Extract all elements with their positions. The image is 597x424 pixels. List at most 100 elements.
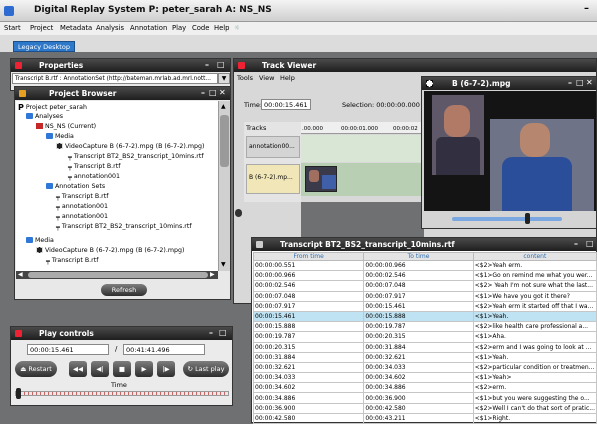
menu-help[interactable]: Help bbox=[214, 24, 230, 32]
cell-to-time[interactable]: 00:00:19.787 bbox=[363, 321, 474, 333]
cell-from-time[interactable]: 00:00:34.033 bbox=[252, 372, 365, 384]
tv-menu-help[interactable]: Help bbox=[280, 74, 295, 82]
table-row[interactable]: 00:00:19.787 00:00:20.315 <$1>Aha. bbox=[252, 331, 597, 343]
tree-node-annotation-sets[interactable]: Annotation Sets bbox=[46, 183, 105, 190]
play-button[interactable]: ▶ bbox=[135, 361, 153, 377]
table-row[interactable]: 00:00:31.884 00:00:32.621 <$1>Yeah. bbox=[252, 351, 597, 363]
track-video[interactable]: B (6-7-2).mp... bbox=[246, 164, 300, 194]
table-row[interactable]: 00:00:15.888 00:00:19.787 <$2>like health … bbox=[252, 321, 597, 333]
cell-to-time[interactable]: 00:00:36.900 bbox=[363, 392, 474, 404]
maximize-icon[interactable]: □ bbox=[219, 328, 227, 337]
annotation-set-selector[interactable]: Transcript B.rtf : AnnotationSet (http:/… bbox=[12, 73, 218, 84]
rewind-button[interactable]: ◀◀ bbox=[69, 361, 87, 377]
cell-content[interactable]: <$1>Yeah> bbox=[472, 372, 597, 384]
scroll-up-icon[interactable]: ▲ bbox=[221, 103, 226, 110]
table-row[interactable]: 00:00:34.886 00:00:36.900 <$1>but you were… bbox=[252, 392, 597, 404]
cell-from-time[interactable]: 00:00:34.602 bbox=[252, 382, 365, 394]
play-controls-titlebar[interactable]: Play controls – □ bbox=[11, 327, 232, 340]
table-row[interactable]: 00:00:36.900 00:00:42.580 <$2>Well I can't… bbox=[252, 402, 597, 414]
cell-content[interactable]: <$1>Yeah. bbox=[472, 310, 597, 323]
cell-from-time[interactable]: 00:00:15.888 bbox=[252, 321, 365, 333]
time-slider-track[interactable] bbox=[15, 391, 229, 396]
cell-to-time[interactable]: 00:00:34.886 bbox=[363, 382, 474, 394]
project-browser-titlebar[interactable]: Project Browser – □ ✕ bbox=[15, 87, 230, 100]
cell-to-time[interactable]: 00:00:20.315 bbox=[363, 331, 474, 343]
cell-from-time[interactable]: 00:00:00.966 bbox=[252, 270, 365, 282]
cell-content[interactable]: <$2>particular condition or treatmen... bbox=[472, 361, 597, 374]
table-row[interactable]: 00:00:34.602 00:00:34.886 <$2>erm. bbox=[252, 382, 597, 394]
scroll-right-icon[interactable]: ▶ bbox=[210, 271, 215, 278]
cell-from-time[interactable]: 00:00:32.621 bbox=[252, 361, 365, 374]
cell-content[interactable]: <$1>Yeah. bbox=[472, 351, 597, 363]
cell-content[interactable]: <$1>Go on remind me what you wer... bbox=[472, 270, 597, 282]
minimize-icon[interactable]: – bbox=[201, 88, 205, 97]
cell-to-time[interactable]: 00:00:43.211 bbox=[363, 412, 474, 424]
cell-from-time[interactable]: 00:00:07.917 bbox=[252, 300, 365, 312]
cell-content[interactable]: <$2>Yeah erm it started off that I wa... bbox=[472, 300, 597, 312]
restart-button[interactable]: ⏏ Restart bbox=[15, 361, 57, 377]
cell-to-time[interactable]: 00:00:34.602 bbox=[363, 372, 474, 384]
cell-to-time[interactable]: 00:00:15.461 bbox=[363, 300, 474, 312]
tree-node-transcript-bt2[interactable]: ╤ Transcript BT2_BS2_transcript_10mins.rt… bbox=[68, 153, 204, 161]
properties-titlebar[interactable]: Properties – □ bbox=[11, 59, 230, 72]
chevron-down-icon[interactable]: ▼ bbox=[218, 73, 230, 84]
time-field[interactable]: 00:00:15.461 bbox=[261, 99, 311, 110]
tree-node-set-annotation001-b[interactable]: ╤ annotation001 bbox=[56, 213, 108, 221]
cell-from-time[interactable]: 00:00:42.580 bbox=[252, 412, 365, 424]
video-progress-handle[interactable] bbox=[524, 213, 530, 224]
cell-content[interactable]: <$2>like health care professional a... bbox=[472, 321, 597, 333]
cell-content[interactable]: <$2>erm. bbox=[472, 382, 597, 394]
transcript-titlebar[interactable]: Transcript BT2_BS2_transcript_10mins.rtf… bbox=[252, 238, 596, 251]
cell-content[interactable]: <$2>erm and I was going to look at ... bbox=[472, 341, 597, 353]
tree-node-ns-ns[interactable]: NS_NS (Current) bbox=[36, 123, 96, 130]
table-row[interactable]: 00:00:15.461 00:00:15.888 <$1>Yeah. bbox=[252, 310, 597, 323]
cell-to-time[interactable]: 00:00:00.966 bbox=[363, 259, 474, 272]
tree-node-set-annotation001[interactable]: ╤ annotation001 bbox=[56, 203, 108, 211]
last-play-button[interactable]: ↻ Last play bbox=[183, 361, 229, 377]
minimize-icon[interactable]: – bbox=[574, 239, 578, 248]
tree-node-annotation001[interactable]: ╤ annotation001 bbox=[68, 173, 120, 181]
cell-to-time[interactable]: 00:00:34.033 bbox=[363, 361, 474, 374]
refresh-button[interactable]: Refresh bbox=[101, 284, 147, 296]
table-row[interactable]: 00:00:34.033 00:00:34.602 <$1>Yeah> bbox=[252, 372, 597, 384]
stop-button[interactable]: ■ bbox=[113, 361, 131, 377]
timeline-ruler[interactable]: .00.000 00:00:01.000 00:00:02 bbox=[301, 122, 424, 134]
cell-to-time[interactable]: 00:00:32.621 bbox=[363, 351, 474, 363]
video-progress-track[interactable] bbox=[452, 217, 562, 221]
tree-hscroll-thumb[interactable] bbox=[28, 272, 208, 278]
table-row[interactable]: 00:00:00.966 00:00:02.546 <$1>Go on remind… bbox=[252, 270, 597, 282]
menu-analysis[interactable]: Analysis bbox=[96, 24, 124, 32]
tree-node-analyses[interactable]: Analyses bbox=[26, 113, 63, 120]
tree-hscrollbar[interactable]: ◀ ▶ bbox=[16, 271, 218, 279]
maximize-icon[interactable]: □ bbox=[586, 239, 594, 248]
tree-node-videocapture[interactable]: VideoCapture B (6-7-2).mpg (B (6-7-2).mp… bbox=[56, 143, 204, 150]
menu-project[interactable]: Project bbox=[30, 24, 53, 32]
time-slider-handle[interactable] bbox=[16, 388, 22, 399]
maximize-icon[interactable]: □ bbox=[217, 60, 225, 69]
cell-to-time[interactable]: 00:00:15.888 bbox=[363, 310, 474, 323]
maximize-icon[interactable]: □ bbox=[576, 78, 584, 87]
cell-from-time[interactable]: 00:00:19.787 bbox=[252, 331, 365, 343]
cell-from-time[interactable]: 00:00:31.884 bbox=[252, 351, 365, 363]
scroll-left-icon[interactable]: ◀ bbox=[18, 271, 23, 278]
tree-node-transcript-b[interactable]: ╤ Transcript B.rtf bbox=[68, 163, 120, 171]
table-row[interactable]: 00:00:00.551 00:00:00.966 <$2>Yeah erm. bbox=[252, 259, 597, 272]
tree-node-media-transcript-b[interactable]: ╤ Transcript B.rtf bbox=[46, 257, 98, 265]
step-forward-button[interactable]: |▶ bbox=[157, 361, 175, 377]
scroll-down-icon[interactable]: ▼ bbox=[221, 261, 226, 268]
menu-code[interactable]: Code bbox=[192, 24, 209, 32]
minimize-icon[interactable]: – bbox=[568, 78, 572, 87]
menu-play[interactable]: Play bbox=[172, 24, 186, 32]
help-icon[interactable]: ☼ bbox=[234, 24, 240, 32]
track-annotation[interactable]: annotation00... bbox=[246, 136, 300, 158]
cell-from-time[interactable]: 00:00:34.886 bbox=[252, 392, 365, 404]
menu-annotation[interactable]: Annotation bbox=[130, 24, 167, 32]
tree-vscrollbar[interactable]: ▲ ▼ bbox=[218, 101, 230, 271]
cell-content[interactable]: <$2> Yeah I'm not sure what the last... bbox=[472, 280, 597, 292]
tree-node-media-root[interactable]: Media bbox=[26, 237, 54, 244]
video-frame[interactable] bbox=[424, 91, 596, 211]
cell-from-time[interactable]: 00:00:15.461 bbox=[252, 310, 365, 323]
table-row[interactable]: 00:00:20.315 00:00:31.884 <$2>erm and I wa… bbox=[252, 341, 597, 353]
table-row[interactable]: 00:00:02.546 00:00:07.048 <$2> Yeah I'm no… bbox=[252, 280, 597, 292]
minimize-icon[interactable]: – bbox=[584, 3, 589, 14]
